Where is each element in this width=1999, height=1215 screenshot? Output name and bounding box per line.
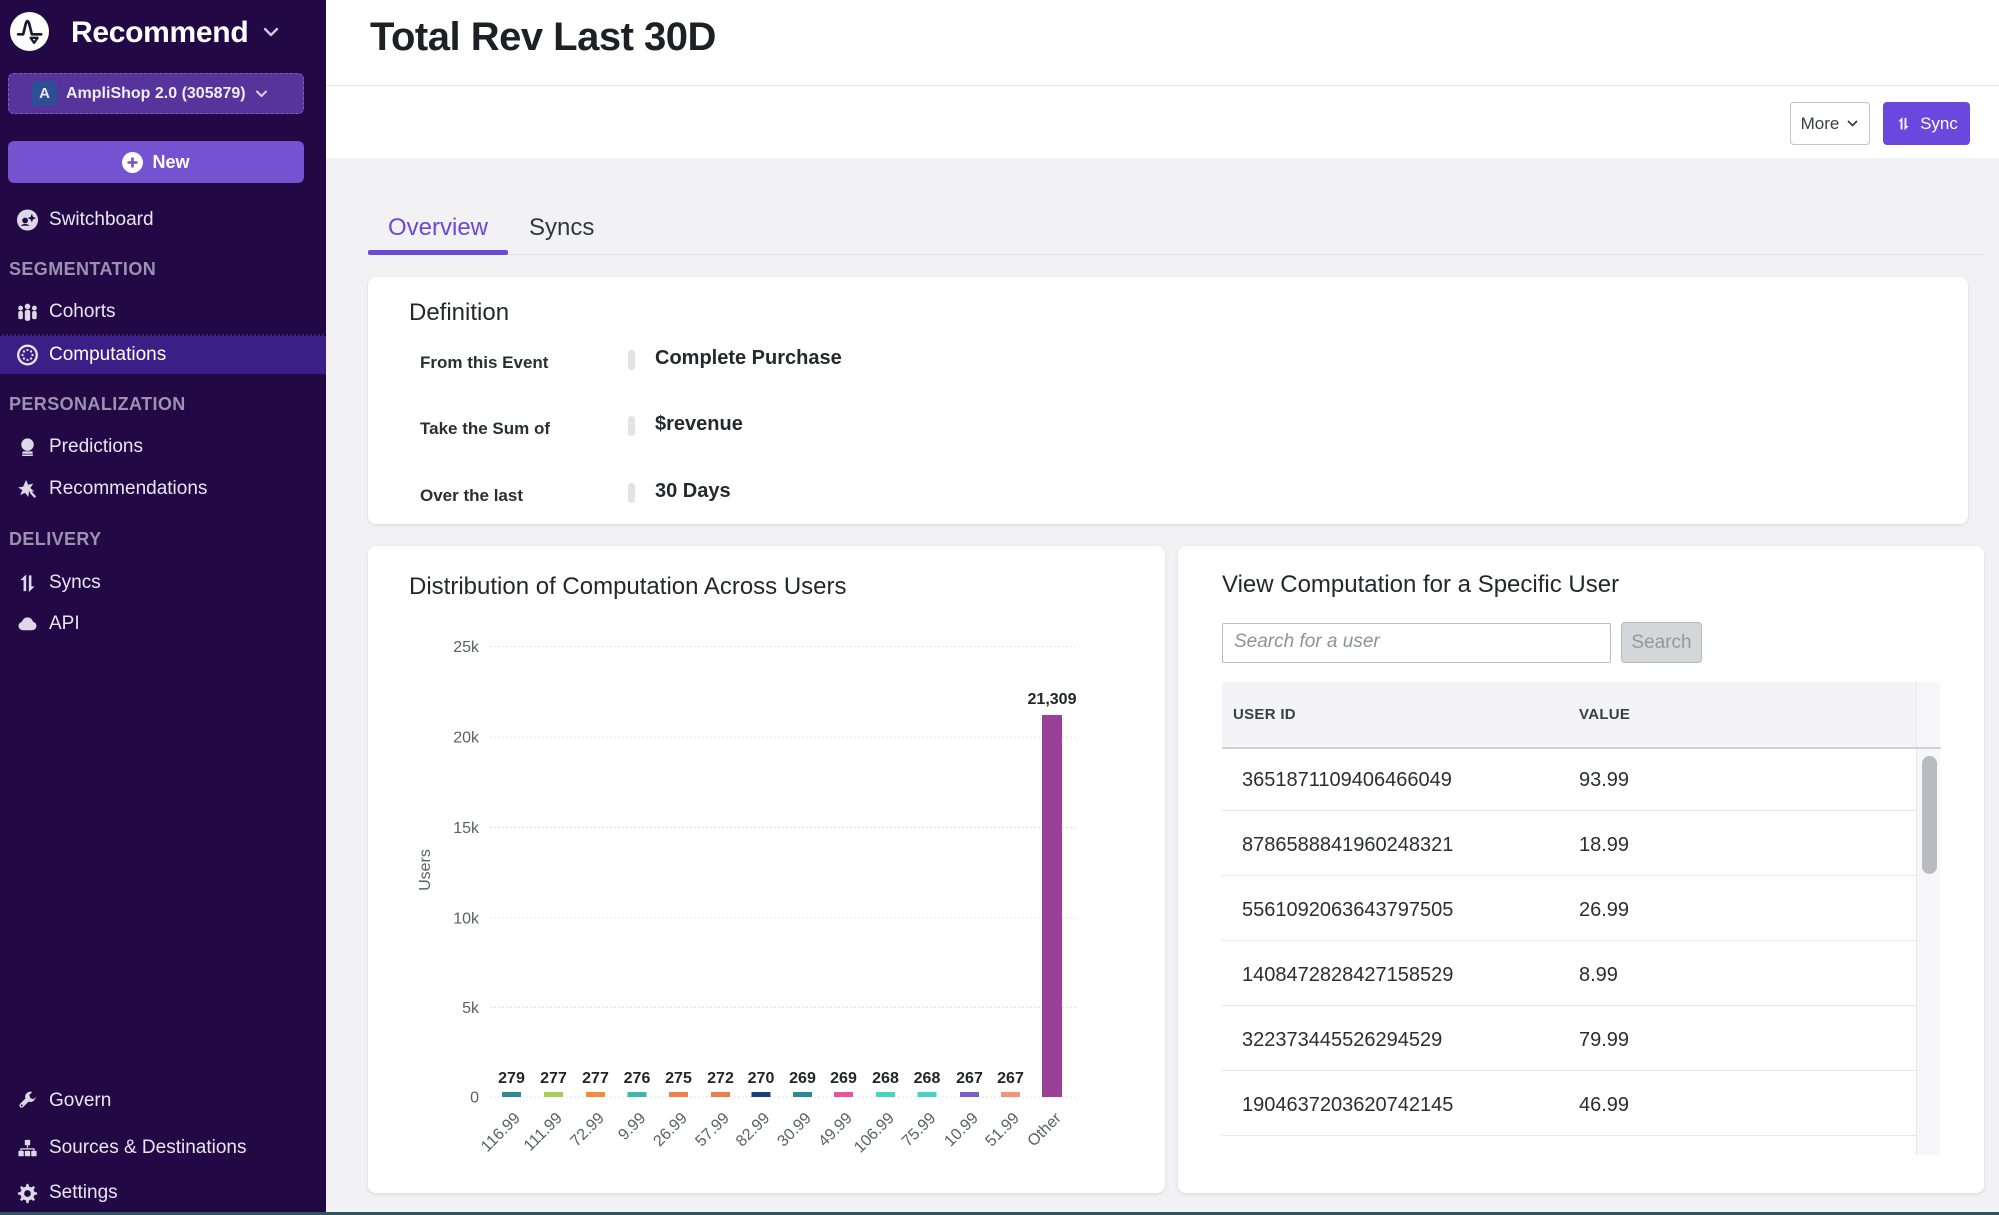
svg-text:82.99: 82.99 bbox=[733, 1110, 773, 1150]
svg-text:30.99: 30.99 bbox=[774, 1110, 814, 1150]
svg-text:277: 277 bbox=[582, 1070, 609, 1087]
svg-text:21,309: 21,309 bbox=[1028, 691, 1077, 708]
svg-text:272: 272 bbox=[707, 1070, 734, 1087]
svg-text:268: 268 bbox=[914, 1070, 941, 1087]
svg-text:49.99: 49.99 bbox=[815, 1110, 855, 1150]
svg-text:Other: Other bbox=[1025, 1109, 1066, 1150]
svg-text:116.99: 116.99 bbox=[478, 1110, 524, 1156]
svg-text:267: 267 bbox=[997, 1070, 1024, 1087]
svg-text:51.99: 51.99 bbox=[982, 1110, 1022, 1150]
svg-text:267: 267 bbox=[956, 1070, 983, 1087]
svg-text:9.99: 9.99 bbox=[615, 1110, 649, 1144]
svg-text:275: 275 bbox=[665, 1070, 692, 1087]
svg-text:57.99: 57.99 bbox=[692, 1110, 732, 1150]
svg-text:20k: 20k bbox=[453, 730, 480, 747]
svg-text:26.99: 26.99 bbox=[650, 1110, 690, 1150]
svg-text:10k: 10k bbox=[453, 911, 480, 928]
svg-text:72.99: 72.99 bbox=[567, 1110, 607, 1150]
svg-text:106.99: 106.99 bbox=[851, 1110, 898, 1157]
svg-text:15k: 15k bbox=[453, 820, 480, 837]
svg-text:268: 268 bbox=[872, 1070, 899, 1087]
svg-text:10.99: 10.99 bbox=[941, 1110, 981, 1150]
svg-text:Distribution of Computation Ac: Distribution of Computation Across Users bbox=[409, 573, 847, 600]
svg-text:75.99: 75.99 bbox=[899, 1110, 939, 1150]
svg-text:269: 269 bbox=[830, 1070, 857, 1087]
svg-text:0: 0 bbox=[470, 1090, 479, 1107]
svg-text:270: 270 bbox=[748, 1070, 775, 1087]
svg-text:276: 276 bbox=[624, 1070, 651, 1087]
svg-text:269: 269 bbox=[789, 1070, 816, 1087]
svg-text:Users: Users bbox=[417, 849, 434, 891]
svg-text:279: 279 bbox=[498, 1070, 525, 1087]
svg-text:5k: 5k bbox=[462, 1000, 480, 1017]
svg-text:25k: 25k bbox=[453, 639, 480, 656]
svg-text:277: 277 bbox=[540, 1070, 567, 1087]
svg-text:111.99: 111.99 bbox=[521, 1110, 566, 1155]
